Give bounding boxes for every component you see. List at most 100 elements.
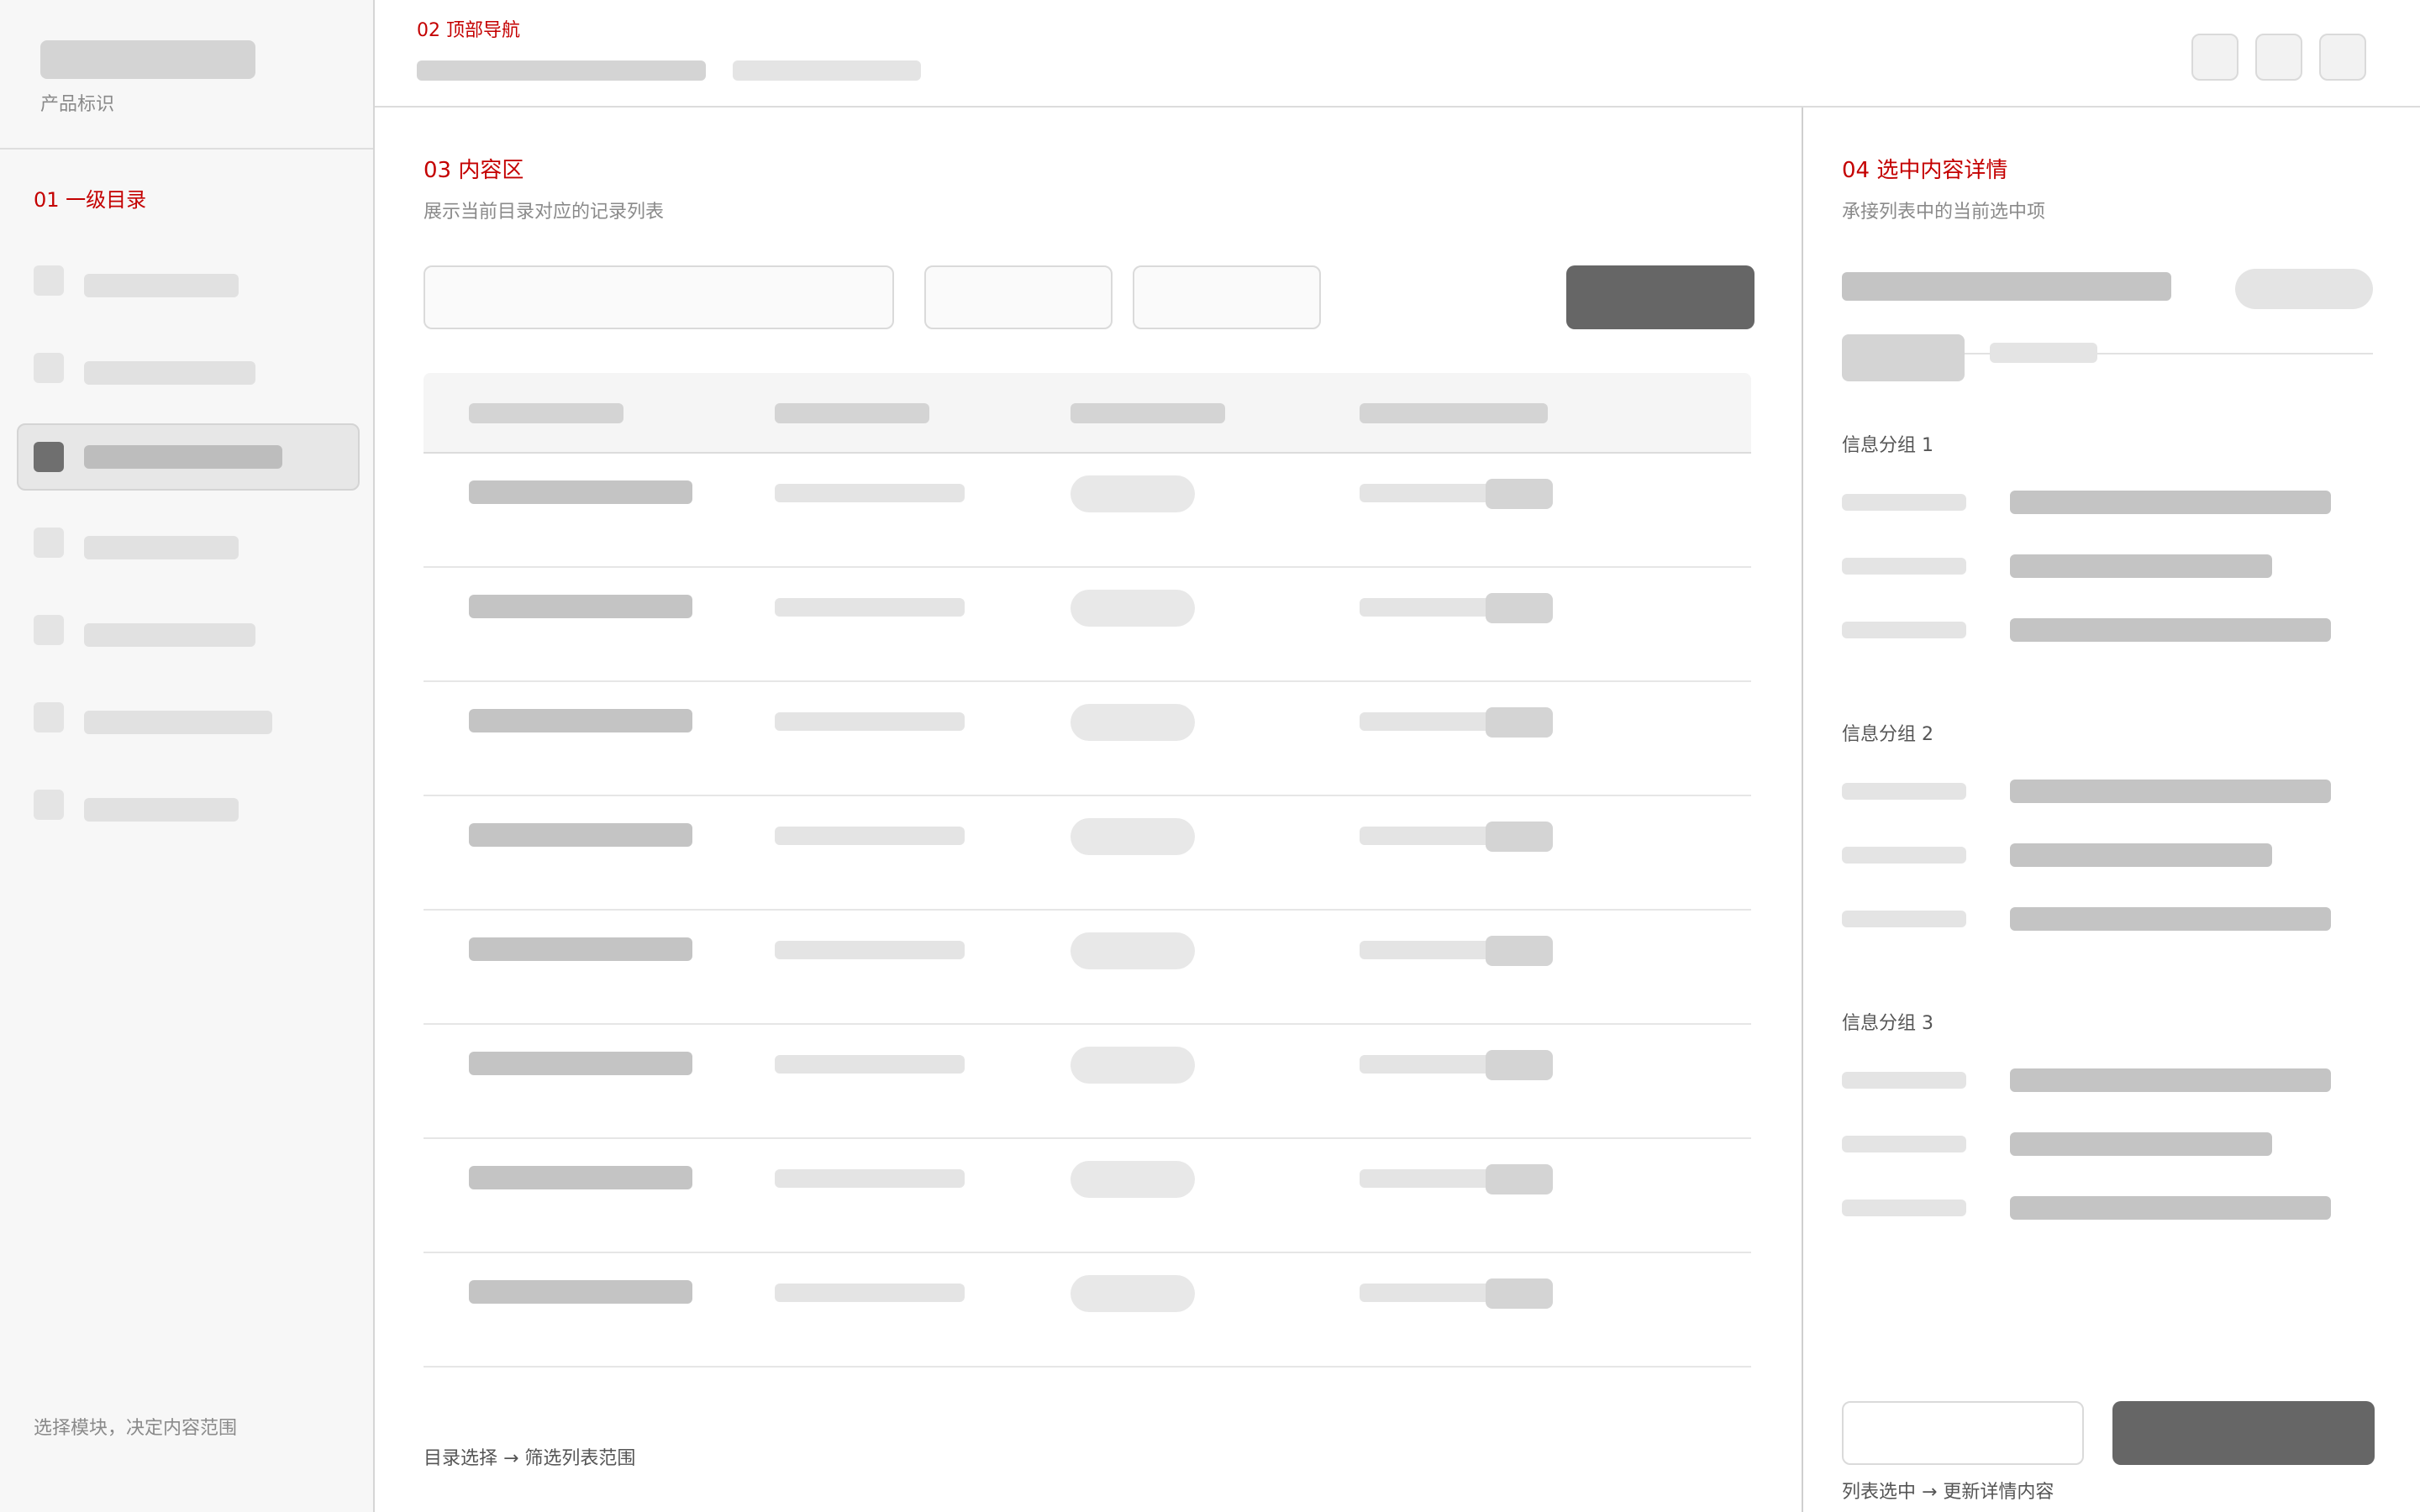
info-field-value: [2010, 1132, 2272, 1156]
table-header: [424, 373, 1751, 454]
content-section-title: 03 内容区: [424, 158, 524, 183]
detail-tab-inactive[interactable]: [1990, 343, 2097, 363]
nav-item-label-placeholder: [84, 536, 239, 559]
info-field-value: [2010, 491, 2331, 514]
row-cell-meta: [775, 941, 965, 959]
nav-item-icon: [34, 353, 64, 383]
detail-primary-button[interactable]: [2112, 1401, 2375, 1465]
detail-panel: 04 选中内容详情 承接列表中的当前选中项 信息分组 1 信息分组 2 信息分组 3…: [1802, 108, 2420, 1512]
search-input[interactable]: [424, 265, 894, 329]
product-label: 产品标识: [40, 94, 115, 115]
sidebar-item-2[interactable]: [17, 334, 360, 402]
row-cell-name: [469, 1166, 692, 1189]
filter-select-1[interactable]: [924, 265, 1113, 329]
row-action-button[interactable]: [1486, 936, 1553, 966]
detail-section-title: 04 选中内容详情: [1842, 158, 2008, 183]
row-status-pill: [1071, 1161, 1195, 1198]
sidebar-divider: [0, 148, 373, 150]
header-action-button-2[interactable]: [2255, 34, 2302, 81]
sidebar-section-title: 01 一级目录: [34, 188, 147, 212]
row-cell-name: [469, 595, 692, 618]
row-action-button[interactable]: [1486, 1164, 1553, 1194]
detail-subtitle: 承接列表中的当前选中项: [1842, 202, 2046, 223]
info-field-value: [2010, 1068, 2331, 1092]
sidebar-item-1[interactable]: [17, 247, 360, 314]
table-row[interactable]: [424, 1139, 1751, 1253]
info-field-label: [1842, 911, 1966, 927]
detail-secondary-button[interactable]: [1842, 1401, 2084, 1465]
nav-item-icon: [34, 702, 64, 732]
row-status-pill: [1071, 475, 1195, 512]
info-field-label: [1842, 1200, 1966, 1216]
sidebar-item-5[interactable]: [17, 596, 360, 664]
nav-item-label-placeholder: [84, 445, 282, 469]
header-action-button-1[interactable]: [2191, 34, 2238, 81]
app-root: 产品标识 01 一级目录 选择模块，决定内容范围 02 顶部导航 03 内容区 …: [0, 0, 2420, 1512]
info-field-value: [2010, 843, 2272, 867]
column-header-3[interactable]: [1071, 403, 1225, 423]
table-row[interactable]: [424, 568, 1751, 682]
nav-item-icon: [34, 790, 64, 820]
column-header-5[interactable]: [1454, 403, 1548, 423]
info-field-value: [2010, 780, 2331, 803]
info-field-label: [1842, 847, 1966, 864]
row-status-pill: [1071, 590, 1195, 627]
info-field-value: [2010, 554, 2272, 578]
row-status-pill: [1071, 1275, 1195, 1312]
header-action-button-3[interactable]: [2319, 34, 2366, 81]
filter-select-2[interactable]: [1133, 265, 1321, 329]
table-row[interactable]: [424, 1025, 1751, 1139]
row-cell-meta: [775, 598, 965, 617]
row-status-pill: [1071, 932, 1195, 969]
info-field-label: [1842, 1072, 1966, 1089]
content-area: 03 内容区 展示当前目录对应的记录列表 目录选择 → 筛选列表范围: [375, 108, 1802, 1512]
table-row[interactable]: [424, 682, 1751, 796]
row-action-button[interactable]: [1486, 479, 1553, 509]
content-footer-note: 目录选择 → 筛选列表范围: [424, 1448, 636, 1469]
nav-item-icon: [34, 615, 64, 645]
table-row[interactable]: [424, 911, 1751, 1025]
row-action-button[interactable]: [1486, 1278, 1553, 1309]
column-header-1[interactable]: [469, 403, 623, 423]
content-subtitle: 展示当前目录对应的记录列表: [424, 202, 665, 223]
info-field-label: [1842, 1136, 1966, 1152]
header-sub-placeholder[interactable]: [733, 60, 921, 81]
sidebar-item-6[interactable]: [17, 684, 360, 751]
detail-status-pill[interactable]: [2235, 269, 2373, 309]
row-cell-name: [469, 1280, 692, 1304]
sidebar-item-4[interactable]: [17, 509, 360, 576]
nav-item-label-placeholder: [84, 361, 255, 385]
row-action-button[interactable]: [1486, 822, 1553, 852]
row-action-button[interactable]: [1486, 707, 1553, 738]
header-breadcrumb-placeholder[interactable]: [417, 60, 706, 81]
row-action-button[interactable]: [1486, 593, 1553, 623]
nav-item-icon: [34, 265, 64, 296]
row-cell-name: [469, 937, 692, 961]
sidebar-item-3-active[interactable]: [17, 423, 360, 491]
info-group-title: 信息分组 2: [1842, 724, 1933, 745]
primary-action-button[interactable]: [1566, 265, 1754, 329]
nav-item-label-placeholder: [84, 274, 239, 297]
row-status-pill: [1071, 704, 1195, 741]
sidebar-item-7[interactable]: [17, 771, 360, 838]
info-field-label: [1842, 558, 1966, 575]
detail-title-placeholder: [1842, 272, 2171, 301]
column-header-2[interactable]: [775, 403, 929, 423]
nav-item-label-placeholder: [84, 798, 239, 822]
detail-tab-active[interactable]: [1842, 334, 1965, 381]
table-row[interactable]: [424, 454, 1751, 568]
top-navigation: 02 顶部导航: [375, 0, 2420, 108]
nav-item-label-placeholder: [84, 711, 272, 734]
table-row[interactable]: [424, 1253, 1751, 1368]
info-field-label: [1842, 783, 1966, 800]
info-field-value: [2010, 907, 2331, 931]
info-field-value: [2010, 618, 2331, 642]
row-status-pill: [1071, 818, 1195, 855]
header-section-title: 02 顶部导航: [417, 20, 520, 41]
table-row[interactable]: [424, 796, 1751, 911]
row-action-button[interactable]: [1486, 1050, 1553, 1080]
row-cell-meta: [775, 484, 965, 502]
product-logo-placeholder[interactable]: [40, 40, 255, 79]
detail-footer-note: 列表选中 → 更新详情内容: [1842, 1482, 2054, 1503]
info-group-title: 信息分组 3: [1842, 1013, 1933, 1034]
